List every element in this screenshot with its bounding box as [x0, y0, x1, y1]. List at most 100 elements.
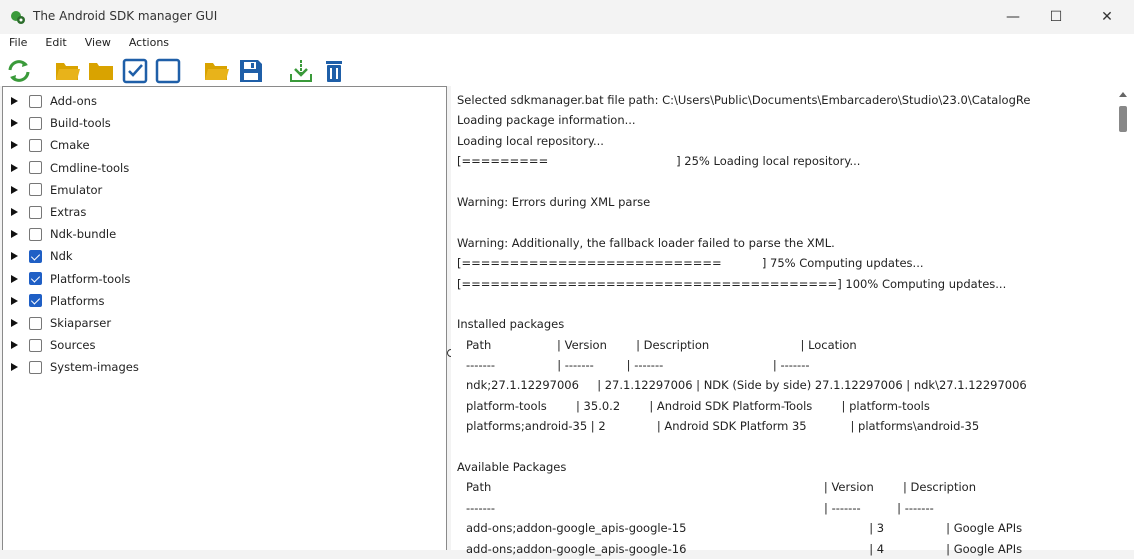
- log-line: [=======================================…: [457, 276, 1007, 291]
- tree-item-build-tools[interactable]: Build-tools: [11, 113, 111, 133]
- tree-item-label: Ndk: [50, 249, 73, 264]
- log-line: [========= ] 25% Loading local repositor…: [457, 154, 861, 169]
- tree-item-label: Ndk-bundle: [50, 227, 117, 242]
- tree-item-add-ons[interactable]: Add-ons: [11, 91, 97, 111]
- save-icon[interactable]: [238, 58, 264, 84]
- expand-arrow-icon[interactable]: [11, 363, 18, 372]
- tree-item-sources[interactable]: Sources: [11, 335, 96, 355]
- tree-item-extras[interactable]: Extras: [11, 202, 86, 222]
- log-line: add-ons;addon-google_apis-google-15 | 3 …: [466, 521, 1023, 536]
- check-all-icon[interactable]: [122, 58, 148, 84]
- title-bar: The Android SDK manager GUI — ☐ ✕: [0, 0, 1134, 34]
- expand-arrow-icon[interactable]: [11, 274, 18, 283]
- checkbox[interactable]: [29, 227, 42, 241]
- menu-file[interactable]: File: [0, 34, 36, 54]
- log-line: platform-tools | 35.0.2 | Android SDK Pl…: [466, 398, 930, 413]
- expand-arrow-icon[interactable]: [11, 252, 18, 261]
- log-line: Warning: Additionally, the fallback load…: [457, 235, 835, 250]
- log-line: Loading local repository...: [457, 133, 604, 148]
- checkbox[interactable]: [29, 316, 42, 330]
- open-file-icon[interactable]: [204, 58, 230, 84]
- download-icon[interactable]: [288, 58, 314, 84]
- tree-item-cmake[interactable]: Cmake: [11, 135, 90, 155]
- log-output: Selected sdkmanager.bat file path: C:\Us…: [451, 86, 1134, 556]
- log-line: add-ons;addon-google_apis-google-16 | 4 …: [466, 541, 1023, 556]
- checkbox[interactable]: [29, 94, 42, 108]
- expand-arrow-icon[interactable]: [11, 319, 18, 327]
- tree-item-label: Sources: [50, 338, 96, 353]
- scrollbar-thumb[interactable]: [1119, 106, 1127, 132]
- checkbox[interactable]: [29, 205, 42, 219]
- log-line: Loading package information...: [457, 113, 636, 128]
- tree-item-emulator[interactable]: Emulator: [11, 180, 102, 200]
- tree-item-label: Build-tools: [50, 116, 111, 131]
- log-line: [=========================== ] 75% Compu…: [457, 256, 924, 271]
- tree-item-label: Platforms: [50, 293, 105, 308]
- tree-item-system-images[interactable]: System-images: [11, 357, 139, 377]
- tree-item-ndk-bundle[interactable]: Ndk-bundle: [11, 224, 116, 244]
- log-line: ------- | ------- | -------: [466, 500, 934, 515]
- folder-icon[interactable]: [88, 58, 114, 84]
- expand-arrow-icon[interactable]: [11, 141, 18, 150]
- tree-item-skiaparser[interactable]: Skiaparser: [11, 313, 111, 333]
- expand-arrow-icon[interactable]: [11, 230, 18, 239]
- folder-open-icon[interactable]: [55, 58, 81, 84]
- tree-item-platforms[interactable]: Platforms: [11, 291, 105, 311]
- checkbox[interactable]: [29, 138, 42, 152]
- tree-item-cmdline-tools[interactable]: Cmdline-tools: [11, 158, 129, 178]
- menu-edit[interactable]: Edit: [36, 34, 75, 54]
- tree-item-label: Cmdline-tools: [50, 160, 130, 175]
- expand-arrow-icon[interactable]: [11, 208, 18, 216]
- maximize-button[interactable]: ☐: [1033, 4, 1079, 30]
- checkbox[interactable]: [29, 116, 42, 130]
- window-title: The Android SDK manager GUI: [33, 9, 218, 23]
- menu-view[interactable]: View: [76, 34, 120, 54]
- vertical-scrollbar[interactable]: [1116, 86, 1130, 550]
- expand-arrow-icon[interactable]: [11, 163, 18, 172]
- tree-item-label: Emulator: [50, 182, 103, 197]
- expand-arrow-icon[interactable]: [11, 119, 18, 128]
- checkbox[interactable]: [29, 272, 42, 286]
- minimize-button[interactable]: —: [990, 4, 1036, 30]
- tree-item-ndk[interactable]: Ndk: [11, 246, 73, 266]
- checkbox[interactable]: [29, 338, 42, 352]
- toolbar: [0, 54, 1134, 86]
- checkbox[interactable]: [29, 294, 42, 308]
- refresh-icon[interactable]: [6, 58, 32, 84]
- tree-item-label: Extras: [50, 205, 87, 219]
- close-button[interactable]: ✕: [1084, 4, 1130, 30]
- tree-item-label: Platform-tools: [50, 271, 131, 286]
- package-tree: Add-ons Build-tools Cmake Cmdline-tools Emul…: [2, 86, 447, 550]
- log-line: Available Packages: [457, 460, 567, 475]
- log-line: platforms;android-35 | 2 | Android SDK P…: [466, 419, 980, 434]
- menu-bar: File Edit View Actions: [0, 34, 1134, 54]
- android-app-icon: [11, 11, 25, 24]
- checkbox[interactable]: [29, 183, 42, 197]
- expand-arrow-icon[interactable]: [11, 296, 18, 305]
- log-line: Selected sdkmanager.bat file path: C:\Us…: [457, 93, 1031, 107]
- log-line: Installed packages: [457, 317, 565, 332]
- expand-arrow-icon[interactable]: [11, 97, 18, 105]
- tree-item-label: System-images: [50, 360, 139, 375]
- tree-item-label: Add-ons: [50, 94, 97, 108]
- expand-arrow-icon[interactable]: [11, 185, 18, 194]
- uncheck-all-icon[interactable]: [155, 58, 181, 84]
- tree-item-label: Cmake: [50, 138, 90, 153]
- tree-item-platform-tools[interactable]: Platform-tools: [11, 269, 130, 289]
- log-line: Warning: Errors during XML parse: [457, 194, 651, 209]
- expand-arrow-icon[interactable]: [11, 341, 18, 350]
- tree-item-label: Skiaparser: [50, 316, 112, 330]
- log-line: ------- | ------- | ------- | -------: [466, 358, 810, 373]
- checkbox[interactable]: [29, 249, 42, 263]
- log-line: Path | Version | Description | Location: [466, 337, 857, 352]
- menu-actions[interactable]: Actions: [120, 34, 178, 54]
- checkbox[interactable]: [29, 360, 42, 374]
- checkbox[interactable]: [29, 161, 42, 175]
- scroll-up-icon[interactable]: [1119, 92, 1127, 97]
- log-line: Path | Version | Description: [466, 480, 977, 495]
- delete-icon[interactable]: [321, 58, 347, 84]
